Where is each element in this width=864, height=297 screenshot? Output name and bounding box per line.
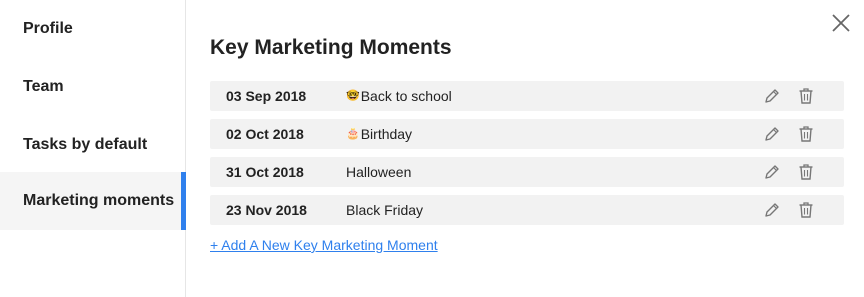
table-row: 02 Oct 2018 🎂 Birthday bbox=[210, 119, 844, 149]
settings-sidebar: Profile Team Tasks by default Marketing … bbox=[0, 0, 186, 297]
moment-name: Black Friday bbox=[346, 195, 423, 225]
moment-name-text: Black Friday bbox=[346, 202, 424, 218]
pencil-icon[interactable] bbox=[763, 87, 781, 105]
trash-icon[interactable] bbox=[798, 125, 814, 143]
moment-date: 02 Oct 2018 bbox=[226, 126, 304, 142]
moment-date: 31 Oct 2018 bbox=[226, 164, 304, 180]
sidebar-item-label: Marketing moments bbox=[23, 192, 175, 209]
sidebar-item-label: Team bbox=[23, 78, 64, 95]
moment-name: Halloween bbox=[346, 157, 411, 187]
sidebar-item-profile[interactable]: Profile bbox=[0, 0, 185, 58]
settings-modal: Profile Team Tasks by default Marketing … bbox=[0, 0, 864, 297]
pencil-icon[interactable] bbox=[763, 201, 781, 219]
moment-date: 23 Nov 2018 bbox=[226, 202, 307, 218]
sidebar-item-tasks-by-default[interactable]: Tasks by default bbox=[0, 116, 185, 174]
sidebar-item-team[interactable]: Team bbox=[0, 58, 185, 116]
trash-icon[interactable] bbox=[798, 87, 814, 105]
moment-date: 03 Sep 2018 bbox=[226, 88, 307, 104]
moment-name-text: Birthday bbox=[360, 126, 413, 142]
table-row: 23 Nov 2018 Black Friday bbox=[210, 195, 844, 225]
birthday-cake-icon: 🎂 bbox=[346, 128, 360, 140]
page-title: Key Marketing Moments bbox=[210, 36, 452, 59]
pencil-icon[interactable] bbox=[763, 125, 781, 143]
sidebar-item-label: Profile bbox=[23, 20, 73, 37]
trash-icon[interactable] bbox=[798, 163, 814, 181]
trash-icon[interactable] bbox=[798, 201, 814, 219]
sidebar-item-marketing-moments[interactable]: Marketing moments bbox=[0, 172, 186, 230]
nerd-face-icon: 🤓 bbox=[346, 90, 360, 102]
table-row: 31 Oct 2018 Halloween bbox=[210, 157, 844, 187]
active-indicator bbox=[181, 172, 186, 230]
pencil-icon[interactable] bbox=[763, 163, 781, 181]
moment-name: 🤓 Back to school bbox=[346, 81, 452, 111]
close-icon[interactable] bbox=[830, 12, 852, 34]
table-row: 03 Sep 2018 🤓 Back to school bbox=[210, 81, 844, 111]
moment-name-text: Halloween bbox=[346, 164, 412, 180]
add-marketing-moment-link[interactable]: + Add A New Key Marketing Moment bbox=[210, 237, 438, 253]
moment-name-text: Back to school bbox=[360, 88, 452, 104]
sidebar-item-label: Tasks by default bbox=[23, 136, 148, 153]
moment-name: 🎂 Birthday bbox=[346, 119, 412, 149]
